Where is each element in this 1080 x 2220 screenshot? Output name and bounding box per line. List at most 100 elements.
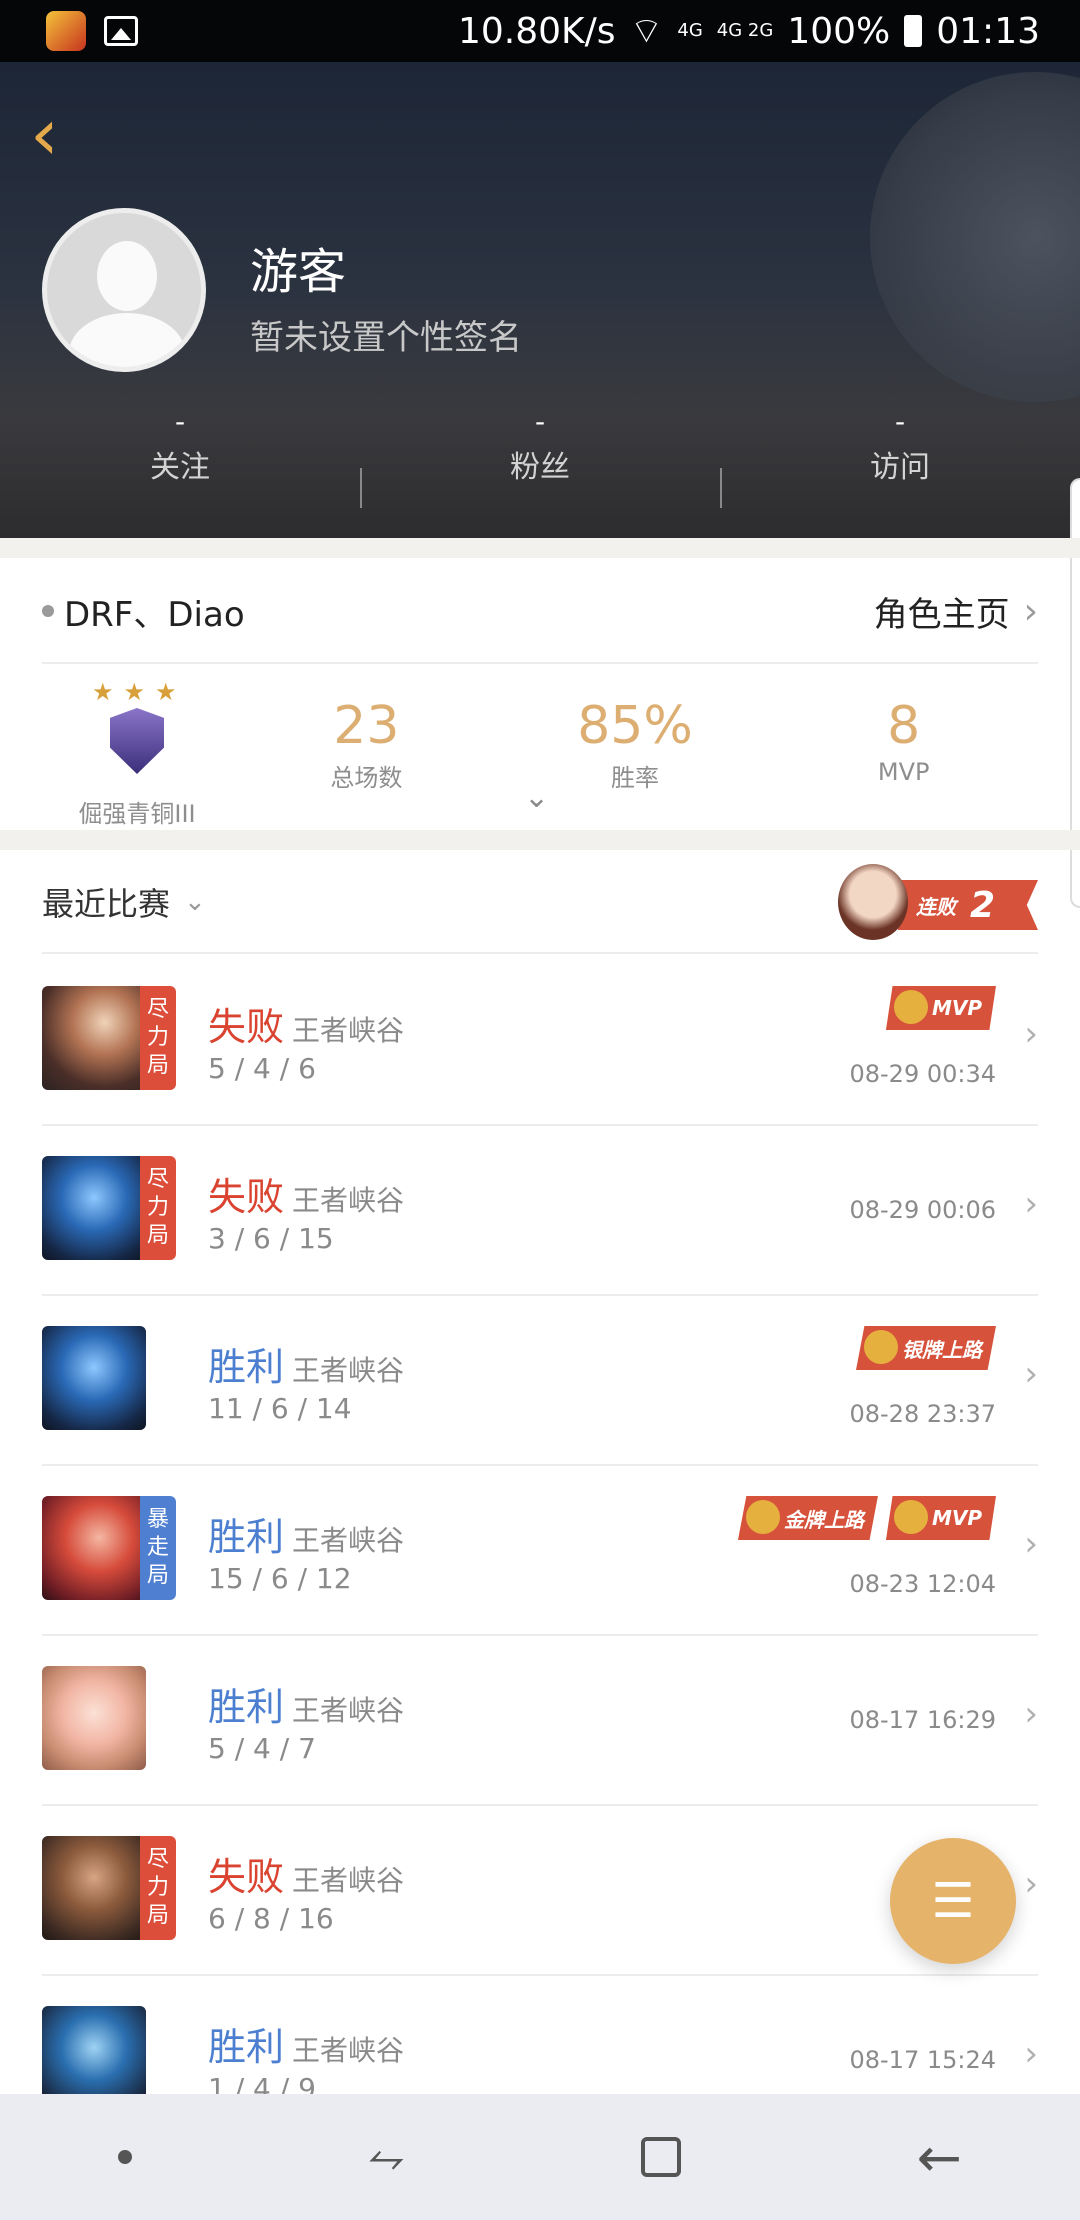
match-row[interactable]: 暴 走 局 胜利 王者峡谷 15 / 6 / 12 金牌上路 MVP 08-23 … [42, 1466, 1038, 1636]
match-mode: 王者峡谷 [292, 1354, 405, 1387]
clock: 01:13 [936, 10, 1040, 52]
tag-char: 局 [146, 1563, 169, 1588]
streak-ribbon: 连败 2 [898, 880, 1038, 930]
hero-portrait [42, 1326, 146, 1430]
hero-portrait [42, 2006, 146, 2094]
tag-char: 力 [146, 1195, 169, 1220]
result-text: 胜利 [208, 1515, 285, 1559]
chat-button[interactable]: ☰ [890, 1838, 1016, 1964]
online-dot [42, 605, 54, 617]
wifi-icon: ⌔ [629, 10, 664, 52]
match-kda: 6 / 8 / 16 [208, 1902, 334, 1935]
profile-stats: - 关注 - 粉丝 - 访问 [0, 402, 1080, 508]
nav-dot-icon[interactable] [117, 2150, 132, 2164]
mvp-trophy-badge: MVP [885, 1496, 996, 1540]
tag-char: 尽 [146, 1847, 169, 1872]
match-result: 失败 王者峡谷 [208, 1166, 404, 1221]
match-kda: 15 / 6 / 12 [208, 1562, 352, 1595]
mvp-stat: 8 MVP [769, 668, 1038, 828]
rank-badge: ★★★ 倔强青铜III [42, 668, 232, 828]
avatar[interactable] [42, 208, 206, 372]
expand-chevron-icon[interactable]: ⌄ [524, 780, 549, 815]
match-time: 08-23 12:04 [849, 1570, 996, 1598]
avatar-body-shape [69, 313, 185, 367]
chat-bubbles-icon: ☰ [931, 1873, 975, 1929]
back-arrow-icon[interactable]: ← [917, 2126, 962, 2189]
win-rate-value: 85% [577, 696, 693, 756]
result-text: 失败 [208, 1005, 285, 1049]
visits-label: 访问 [870, 450, 930, 485]
rank-label: 倔强青铜III [78, 800, 196, 828]
effort-tag: 尽 力 局 [140, 986, 176, 1090]
rank-stars-icon: ★★★ [92, 678, 187, 706]
match-result: 胜利 王者峡谷 [208, 1506, 404, 1561]
match-row[interactable]: 尽 力 局 失败王者峡谷 6 / 8 / 16 08 › [42, 1806, 1038, 1976]
match-kda: 5 / 4 / 6 [208, 1052, 316, 1085]
system-nav-bar: ⥊ ← [0, 2094, 1080, 2220]
match-row[interactable]: 胜利 王者峡谷 5 / 4 / 7 08-17 16:29 › [42, 1636, 1038, 1806]
section-divider [0, 538, 1080, 558]
streak-count: 2 [970, 884, 996, 926]
result-text: 失败 [208, 1175, 285, 1219]
total-games-stat: 23 总场数 [232, 668, 501, 828]
hero-portrait [42, 1496, 146, 1600]
match-time: 08-28 23:37 [849, 1400, 996, 1428]
chevron-right-icon: › [1024, 1864, 1038, 1904]
role-row[interactable]: DRF、Diao 角色主页 › [42, 560, 1038, 664]
fans-stat[interactable]: - 粉丝 [360, 402, 720, 508]
match-badges: 金牌上路 MVP [737, 1496, 996, 1540]
tag-char: 力 [146, 1025, 169, 1050]
hero-portrait [42, 1156, 146, 1260]
match-time: 08-17 15:24 [849, 2046, 996, 2074]
rank-shield-icon [110, 708, 164, 774]
rampage-tag: 暴 走 局 [140, 1496, 176, 1600]
total-games-label: 总场数 [330, 764, 403, 792]
signature: 暂未设置个性签名 [250, 318, 522, 358]
role-name: DRF、Diao [64, 594, 245, 635]
chevron-right-icon: › [1024, 1014, 1038, 1054]
network-type-2: 4G 2G [716, 20, 774, 41]
chevron-right-icon: › [1024, 1184, 1038, 1224]
match-kda: 11 / 6 / 14 [208, 1392, 352, 1425]
chevron-right-icon: › [1024, 1524, 1038, 1564]
match-badges: MVP [885, 986, 996, 1030]
match-row[interactable]: 胜利 王者峡谷 1 / 4 / 9 08-17 15:24 › [42, 1976, 1038, 2094]
match-row[interactable]: 尽 力 局 失败 王者峡谷 3 / 6 / 15 08-29 00:06 › [42, 1126, 1038, 1296]
match-mode: 王者峡谷 [292, 1184, 405, 1217]
result-text: 胜利 [208, 2025, 285, 2069]
visits-stat[interactable]: - 访问 [720, 402, 1080, 508]
recent-matches-title[interactable]: 最近比赛 [42, 879, 170, 925]
role-homepage-label: 角色主页 [873, 594, 1010, 635]
battery-percent: 100% [787, 10, 891, 52]
losing-streak-badge: 连败 2 [838, 864, 1038, 940]
match-result: 失败 王者峡谷 [208, 996, 404, 1051]
home-icon[interactable] [640, 2137, 681, 2177]
image-notification-icon [104, 16, 138, 46]
status-bar: 10.80K/s ⌔ 4G 4G 2G 100% 01:13 [0, 0, 1080, 62]
visits-count: - [894, 405, 906, 438]
back-button[interactable]: ‹ [30, 94, 90, 174]
match-result: 胜利 王者峡谷 [208, 1676, 404, 1731]
match-mode: 王者峡谷 [292, 2034, 405, 2067]
chevron-down-icon[interactable]: ⌄ [184, 887, 206, 917]
chevron-right-icon: › [1024, 1354, 1038, 1394]
match-mode: 王者峡谷 [292, 1694, 405, 1727]
profile-header: ‹ 游客 暂未设置个性签名 - 关注 - 粉丝 - 访问 [0, 62, 1080, 538]
total-games-value: 23 [333, 696, 400, 756]
recent-apps-icon[interactable]: ⥊ [368, 2129, 405, 2185]
match-row[interactable]: 胜利 王者峡谷 11 / 6 / 14 银牌上路 08-28 23:37 › [42, 1296, 1038, 1466]
tag-char: 局 [146, 1223, 169, 1248]
match-mode: 王者峡谷 [292, 1014, 405, 1047]
match-result: 失败 王者峡谷 [208, 1846, 404, 1901]
match-result: 胜利 王者峡谷 [208, 1336, 404, 1391]
match-mode: 王者峡谷 [292, 1524, 405, 1557]
follow-stat[interactable]: - 关注 [0, 402, 360, 486]
mvp-value: 8 [887, 696, 921, 756]
section-divider [0, 830, 1080, 850]
network-speed: 10.80K/s [457, 10, 616, 52]
tag-char: 暴 [146, 1507, 169, 1532]
role-homepage-link[interactable]: 角色主页 › [874, 587, 1038, 636]
result-text: 失败 [208, 1855, 285, 1899]
match-row[interactable]: 尽 力 局 失败 王者峡谷 5 / 4 / 6 MVP 08-29 00:34 › [42, 956, 1038, 1126]
tag-char: 尽 [146, 1167, 169, 1192]
